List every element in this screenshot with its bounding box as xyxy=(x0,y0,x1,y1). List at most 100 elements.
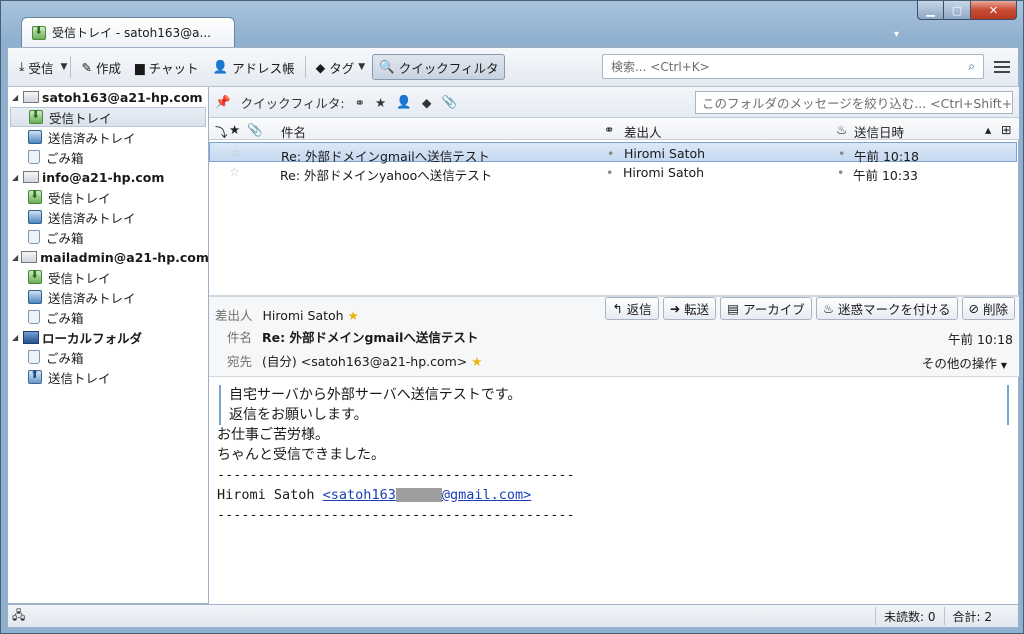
filter-messages-input[interactable]: このフォルダのメッセージを絞り込む... <Ctrl+Shift+K> xyxy=(695,91,1013,114)
expand-triangle-icon[interactable]: ◢ xyxy=(12,173,20,182)
forward-button[interactable]: ➜ 転送 xyxy=(662,297,717,320)
to-row: 宛先 (自分) <satoh163@a21-hp.com> ★ xyxy=(227,351,482,370)
expand-triangle-icon[interactable]: ◢ xyxy=(12,253,18,262)
minimize-button[interactable]: ▁ xyxy=(917,1,944,20)
folder-item-sent[interactable]: 送信済みトレイ xyxy=(8,287,208,307)
filter-placeholder: このフォルダのメッセージを絞り込む... <Ctrl+Shift+K> xyxy=(702,96,1013,111)
message-row[interactable]: ☆ Re: 外部ドメインgmailへ送信テスト • Hiromi Satoh •… xyxy=(209,142,1017,164)
folder-item-sent[interactable]: 送信済みトレイ xyxy=(8,127,208,147)
attachment-icon[interactable]: 📎 xyxy=(441,94,457,110)
read-dot-icon[interactable]: • xyxy=(607,146,614,161)
pencil-icon: ✎ xyxy=(81,59,92,75)
tab-list-chevron-icon[interactable]: ▾ xyxy=(894,29,899,40)
thread-column-header: ⤵ ★ 📎 件名 ⚭ 差出人 ♨ 送信日時 ▴ ⊞ xyxy=(209,118,1019,140)
get-mail-dropdown-icon[interactable]: ▼ xyxy=(61,62,68,72)
folder-item-inbox[interactable]: 受信トレイ xyxy=(10,107,206,127)
trash-icon xyxy=(28,350,40,364)
unread-filter-icon[interactable]: ⚭ xyxy=(355,95,365,110)
folder-item-trash[interactable]: ごみ箱 xyxy=(8,147,208,167)
tag-label: タグ xyxy=(329,60,355,76)
archive-icon: ▤ xyxy=(727,301,739,316)
close-button[interactable]: ✕ xyxy=(971,1,1017,20)
message-sender: Hiromi Satoh xyxy=(623,165,705,180)
reply-button[interactable]: ↰ 返信 xyxy=(605,297,659,320)
signature-email-link[interactable]: <satoh163 @gmail.com> xyxy=(323,487,532,503)
email-prefix: <satoh163 xyxy=(322,487,396,503)
expand-triangle-icon[interactable]: ◢ xyxy=(12,93,20,102)
folder-item-outbox[interactable]: 送信トレイ xyxy=(8,367,208,387)
delete-button[interactable]: ⊘ 削除 xyxy=(961,297,1015,320)
junk-dot-icon[interactable]: • xyxy=(838,146,845,161)
folder-label: ごみ箱 xyxy=(46,310,84,326)
star-column-icon[interactable]: ★ xyxy=(229,122,240,137)
to-label: 宛先 xyxy=(227,354,253,369)
pin-icon[interactable]: 📌 xyxy=(215,94,231,110)
account-item[interactable]: ◢ satoh163@a21-hp.com xyxy=(8,87,208,107)
write-button[interactable]: ✎ 作成 xyxy=(74,54,128,80)
chat-button[interactable]: ▆ チャット xyxy=(128,54,206,80)
account-item[interactable]: ◢ info@a21-hp.com xyxy=(8,167,208,187)
junk-button[interactable]: ♨ 迷惑マークを付ける xyxy=(815,297,958,320)
get-mail-button[interactable]: ⤓ 受信 xyxy=(12,54,61,80)
folder-item-inbox[interactable]: 受信トレイ xyxy=(8,267,208,287)
folder-item-sent[interactable]: 送信済みトレイ xyxy=(8,207,208,227)
quick-filter-button[interactable]: 🔍 クイックフィルタ xyxy=(372,54,506,80)
tab-title: 受信トレイ - satoh163@a... xyxy=(52,26,211,40)
expand-triangle-icon[interactable]: ◢ xyxy=(12,333,20,342)
folder-item-trash[interactable]: ごみ箱 xyxy=(8,347,208,367)
maximize-button[interactable]: ▢ xyxy=(944,1,971,20)
address-book-button[interactable]: 👤 アドレス帳 xyxy=(205,54,301,80)
folder-label: ごみ箱 xyxy=(46,350,84,366)
thread-column-icon[interactable]: ⤵ xyxy=(215,122,228,141)
sender-column-header[interactable]: 差出人 xyxy=(624,122,662,141)
search-icon[interactable]: ⌕ xyxy=(968,59,975,74)
chevron-down-icon: ▼ xyxy=(358,62,366,72)
subject-column-header[interactable]: 件名 xyxy=(281,122,306,141)
folder-item-inbox[interactable]: 受信トレイ xyxy=(8,187,208,207)
folder-item-trash[interactable]: ごみ箱 xyxy=(8,227,208,247)
read-dot-icon[interactable]: • xyxy=(606,165,613,180)
sent-icon xyxy=(28,290,42,304)
folder-label: ごみ箱 xyxy=(46,230,84,246)
contact-icon[interactable]: 👤 xyxy=(396,94,412,110)
contact-star-icon[interactable]: ★ xyxy=(348,308,359,323)
tag-icon[interactable]: ◆ xyxy=(422,95,432,110)
from-label: 差出人 xyxy=(215,308,253,323)
account-name: ローカルフォルダ xyxy=(42,330,143,346)
account-item-local-folders[interactable]: ◢ ローカルフォルダ xyxy=(8,327,208,347)
quote-line: 自宅サーバから外部サーバへ送信テストです。 xyxy=(229,387,522,403)
more-actions-button[interactable]: その他の操作 ▼ xyxy=(922,353,1007,372)
tab-inbox[interactable]: 受信トレイ - satoh163@a... xyxy=(21,17,235,47)
quoted-text: 自宅サーバから外部サーバへ送信テストです。 返信をお願いします。 xyxy=(219,385,1009,425)
message-row[interactable]: ☆ Re: 外部ドメインyahooへ送信テスト • Hiromi Satoh •… xyxy=(209,162,1017,183)
to-value[interactable]: (自分) <satoh163@a21-hp.com> xyxy=(262,354,467,369)
attachment-column-icon[interactable]: 📎 xyxy=(247,122,263,138)
offline-status-icon[interactable]: 🖧 xyxy=(12,606,25,627)
star-empty-icon[interactable]: ☆ xyxy=(230,146,241,160)
trash-icon xyxy=(28,150,40,164)
body-line: ちゃんと受信できました。 xyxy=(217,447,385,463)
read-status-column-icon[interactable]: ⚭ xyxy=(604,122,614,137)
global-search-input[interactable]: 検索... <Ctrl+K> ⌕ xyxy=(602,54,984,79)
column-picker-icon[interactable]: ⊞ xyxy=(1001,122,1011,137)
message-area: 📌 クイックフィルタ: ⚭ ★ 👤 ◆ 📎 このフォルダのメッセージを絞り込む.… xyxy=(209,87,1019,604)
from-value[interactable]: Hiromi Satoh xyxy=(263,308,344,323)
tag-button[interactable]: ◆ タグ ▼ xyxy=(309,54,373,80)
archive-button[interactable]: ▤ アーカイブ xyxy=(720,297,812,320)
contact-star-icon[interactable]: ★ xyxy=(471,354,482,369)
delete-label: 削除 xyxy=(982,302,1008,317)
account-item[interactable]: ◢ mailadmin@a21-hp.com xyxy=(8,247,209,267)
reply-label: 返信 xyxy=(626,302,652,317)
folder-item-trash[interactable]: ごみ箱 xyxy=(8,307,208,327)
inbox-icon xyxy=(28,188,42,204)
trash-icon xyxy=(28,230,40,244)
account-icon xyxy=(23,171,39,183)
junk-label: 迷惑マークを付ける xyxy=(837,302,951,317)
junk-dot-icon[interactable]: • xyxy=(837,165,844,180)
date-column-header[interactable]: 送信日時 xyxy=(854,122,904,141)
menu-icon[interactable] xyxy=(994,58,1010,76)
star-icon[interactable]: ★ xyxy=(375,95,386,110)
folder-pane: ◢ satoh163@a21-hp.com 受信トレイ 送信済みトレイ ごみ箱 … xyxy=(7,87,209,604)
star-empty-icon[interactable]: ☆ xyxy=(229,165,240,179)
junk-column-icon[interactable]: ♨ xyxy=(836,122,847,137)
